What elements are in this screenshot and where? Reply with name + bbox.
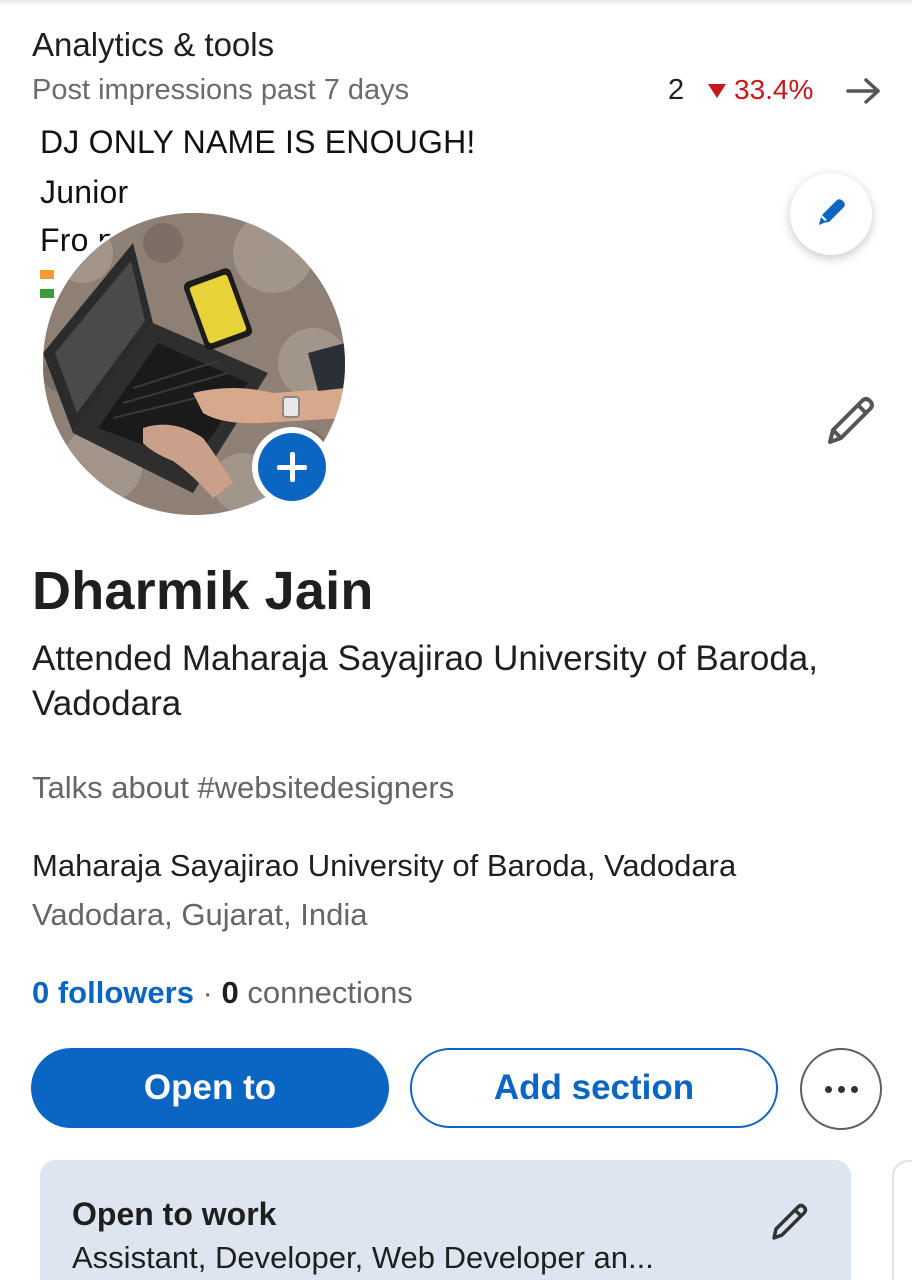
arrow-right-icon <box>846 78 880 104</box>
talks-about: Talks about #websitedesigners <box>32 770 455 805</box>
more-horizontal-icon <box>850 1085 858 1093</box>
profile-location: Vadodara, Gujarat, India <box>32 897 368 932</box>
pencil-outline-icon <box>828 397 874 444</box>
profile-education[interactable]: Maharaja Sayajirao University of Baroda,… <box>32 848 736 884</box>
more-options-button[interactable] <box>800 1048 882 1130</box>
impressions-trend: 33.4% <box>708 74 813 106</box>
banner-text-line-1: DJ ONLY NAME IS ENOUGH! <box>40 124 476 160</box>
open-to-button[interactable]: Open to <box>31 1048 389 1128</box>
top-divider <box>0 0 912 6</box>
pencil-icon <box>819 199 845 225</box>
banner-text-line-2: Junior <box>40 174 129 210</box>
analytics-subtitle: Post impressions past 7 days <box>32 74 410 106</box>
more-horizontal-icon <box>824 1085 832 1093</box>
analytics-arrow-button[interactable] <box>844 74 884 108</box>
impressions-count: 2 <box>668 74 685 106</box>
open-to-work-roles: Assistant, Developer, Web Developer an..… <box>72 1240 654 1275</box>
impressions-change: 33.4% <box>734 74 814 105</box>
plus-icon <box>258 433 326 501</box>
india-flag-icon <box>40 270 54 298</box>
open-to-work-title: Open to work <box>72 1196 277 1232</box>
followers-link[interactable]: 0 followers <box>32 975 194 1010</box>
more-horizontal-icon <box>837 1085 845 1093</box>
open-to-work-card[interactable]: Open to work Assistant, Developer, Web D… <box>40 1160 851 1280</box>
trend-down-icon <box>708 84 726 98</box>
edit-background-button[interactable] <box>790 173 872 255</box>
pencil-outline-icon <box>772 1203 808 1240</box>
edit-open-to-work-button[interactable] <box>768 1200 812 1244</box>
stats-separator: · <box>193 975 222 1010</box>
profile-screen: Analytics & tools Post impressions past … <box>0 0 912 1280</box>
profile-headline: Attended Maharaja Sayajirao University o… <box>32 639 818 723</box>
next-card-edge[interactable] <box>892 1160 912 1280</box>
network-stats: 0 followers · 0 connections <box>32 975 413 1011</box>
profile-name: Dharmik Jain <box>32 561 374 621</box>
add-section-button[interactable]: Add section <box>410 1048 778 1128</box>
connections-label[interactable]: connections <box>239 975 412 1010</box>
add-photo-button[interactable] <box>252 427 332 507</box>
edit-intro-button[interactable] <box>822 392 880 450</box>
analytics-title: Analytics & tools <box>32 26 275 63</box>
connections-count[interactable]: 0 <box>222 975 239 1010</box>
